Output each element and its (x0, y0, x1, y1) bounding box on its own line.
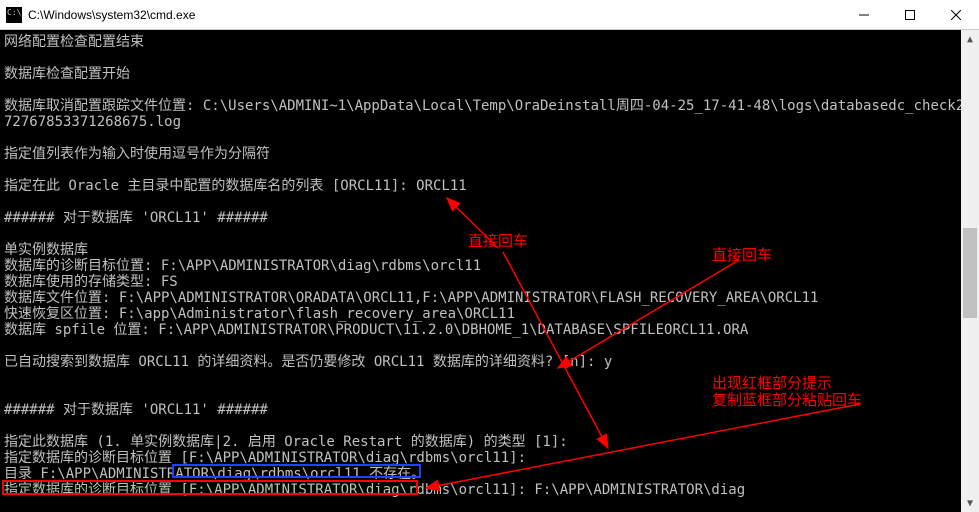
line: 指定数据库的诊断目标位置 [F:\APP\ADMINISTRATOR\diag\… (4, 482, 745, 498)
terminal-output[interactable]: 网络配置检查配置结束 数据库检查配置开始 数据库取消配置跟踪文件位置: C:\U… (0, 30, 961, 512)
line: 数据库检查配置开始 (4, 66, 130, 82)
scroll-thumb[interactable] (963, 228, 977, 318)
maximize-button[interactable] (887, 0, 933, 30)
cmd-icon (6, 7, 22, 23)
window-controls (841, 0, 979, 30)
close-button[interactable] (933, 0, 979, 30)
line: 指定值列表作为输入时使用逗号作为分隔符 (4, 146, 270, 162)
line: 目录 F:\APP\ADMINISTRATOR\diag\rdbms\orcl1… (4, 466, 425, 482)
line: 数据库文件位置: F:\APP\ADMINISTRATOR\ORADATA\OR… (4, 290, 818, 306)
line: 指定数据库的诊断目标位置 [F:\APP\ADMINISTRATOR\diag\… (4, 450, 526, 466)
minimize-button[interactable] (841, 0, 887, 30)
window-titlebar: C:\Windows\system32\cmd.exe (0, 0, 979, 30)
line: ###### 对于数据库 'ORCL11' ###### (4, 210, 268, 226)
line: 数据库取消配置跟踪文件位置: C:\Users\ADMINI~1\AppData… (4, 98, 961, 114)
line: 72767853371268675.log (4, 114, 181, 130)
line: 数据库使用的存储类型: FS (4, 274, 178, 290)
line: 数据库 spfile 位置: F:\APP\ADMINISTRATOR\PROD… (4, 322, 748, 338)
line: 指定在此 Oracle 主目录中配置的数据库名的列表 [ORCL11]: ORC… (4, 178, 467, 194)
line: 快速恢复区位置: F:\app\Administrator\flash_reco… (4, 306, 515, 322)
scroll-down-button[interactable]: ▼ (961, 494, 979, 512)
line: 已自动搜索到数据库 ORCL11 的详细资料。是否仍要修改 ORCL11 数据库… (4, 354, 612, 370)
line: 网络配置检查配置结束 (4, 34, 144, 50)
line: 指定此数据库 (1. 单实例数据库|2. 启用 Oracle Restart 的… (4, 434, 568, 450)
line: 单实例数据库 (4, 242, 88, 258)
scroll-track[interactable] (961, 48, 979, 494)
vertical-scrollbar[interactable]: ▲ ▼ (961, 30, 979, 512)
line: 数据库的诊断目标位置: F:\APP\ADMINISTRATOR\diag\rd… (4, 258, 481, 274)
scroll-up-button[interactable]: ▲ (961, 30, 979, 48)
window-title: C:\Windows\system32\cmd.exe (28, 8, 841, 22)
line: ###### 对于数据库 'ORCL11' ###### (4, 402, 268, 418)
